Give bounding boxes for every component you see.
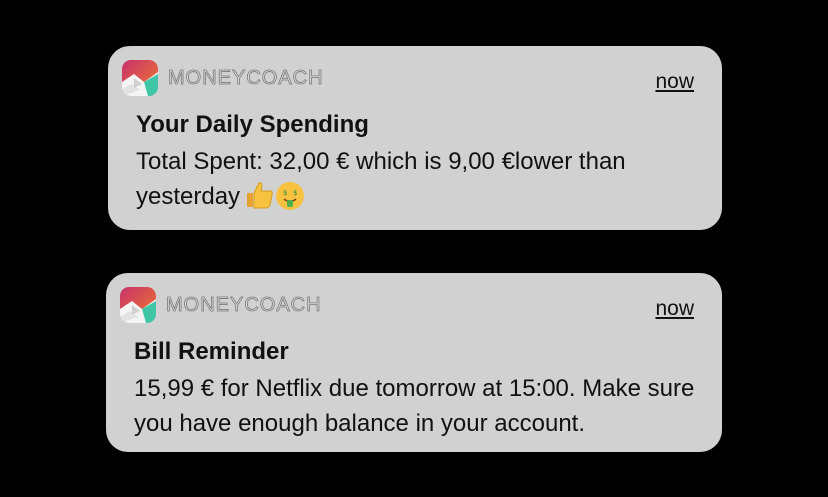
notification-body-text: Total Spent: 32,00 € which is 9,00 €lowe…	[136, 148, 626, 210]
app-name: MONEYCOACH	[166, 294, 322, 317]
lock-screen: MONEYCOACH now Your Daily Spending Total…	[0, 0, 828, 497]
notification-bill-reminder[interactable]: MONEYCOACH now Bill Reminder 15,99 € for…	[106, 273, 722, 452]
notification-daily-spending[interactable]: MONEYCOACH now Your Daily Spending Total…	[108, 46, 722, 230]
notification-title: Your Daily Spending	[136, 111, 369, 138]
notification-body: Total Spent: 32,00 € which is 9,00 €lowe…	[136, 144, 696, 214]
notification-title: Bill Reminder	[134, 338, 289, 365]
app-name: MONEYCOACH	[168, 67, 324, 90]
timestamp-link[interactable]: now	[655, 70, 694, 94]
timestamp-link[interactable]: now	[655, 297, 694, 321]
svg-text:$: $	[283, 189, 287, 197]
svg-text:$: $	[293, 189, 297, 197]
money-mouth-face-emoji: $ $	[276, 182, 305, 210]
thumbs-up-emoji	[247, 182, 273, 209]
moneycoach-app-icon	[122, 60, 158, 96]
moneycoach-app-icon	[120, 287, 156, 323]
notification-body: 15,99 € for Netflix due tomorrow at 15:0…	[134, 375, 695, 437]
